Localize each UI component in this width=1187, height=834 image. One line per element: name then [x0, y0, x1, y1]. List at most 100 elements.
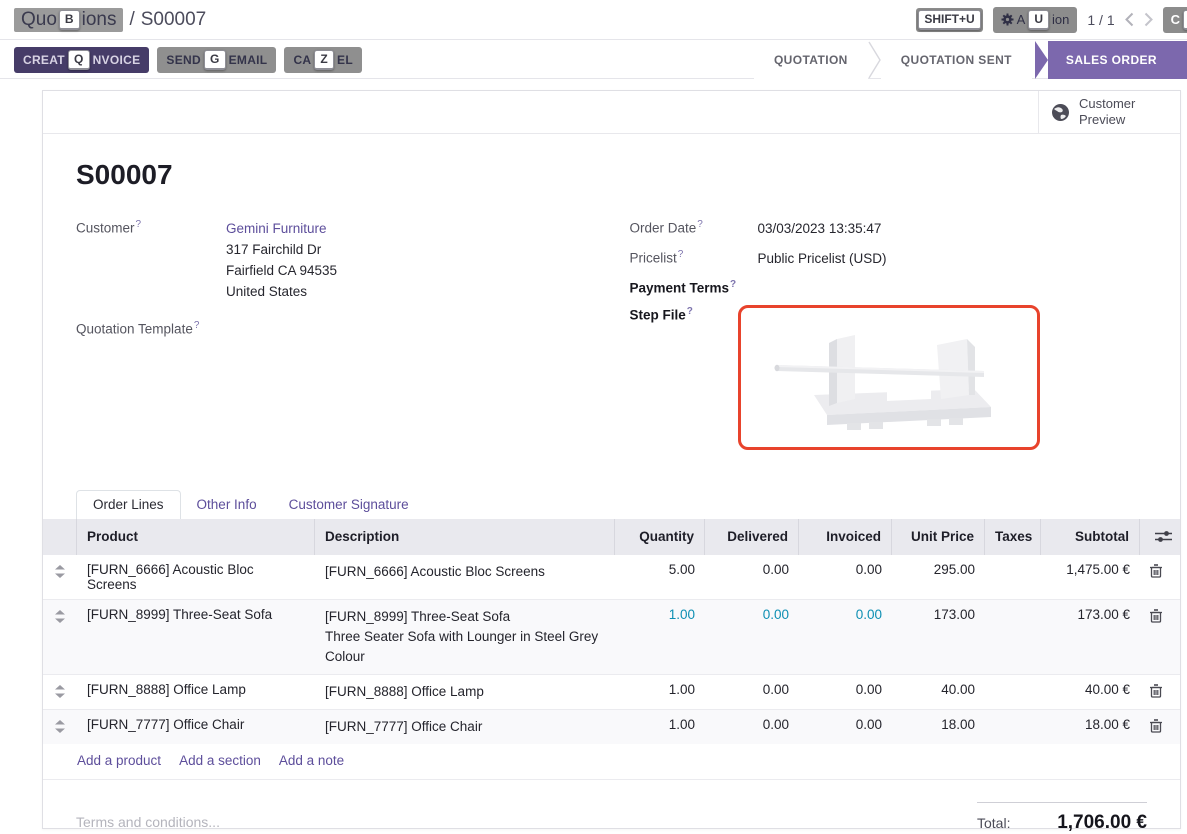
cell-product[interactable]: [FURN_6666] Acoustic Bloc Screens [77, 555, 315, 599]
gear-icon [1001, 13, 1014, 26]
hotkey-badge-z: Z [314, 50, 334, 70]
cell-description[interactable]: [FURN_8888] Office Lamp [315, 675, 615, 709]
cell-product[interactable]: [FURN_7777] Office Chair [77, 710, 315, 739]
cell-description[interactable]: [FURN_8999] Three-Seat SofaThree Seater … [315, 600, 615, 674]
cancel-button[interactable]: CAZEL [284, 47, 362, 73]
delete-line-button[interactable] [1140, 555, 1182, 585]
drag-handle[interactable] [43, 675, 77, 705]
cell-product[interactable]: [FURN_8888] Office Lamp [77, 675, 315, 704]
help-icon: ? [687, 306, 693, 317]
order-line-row[interactable]: [FURN_8888] Office Lamp [FURN_8888] Offi… [43, 674, 1180, 709]
column-header-taxes[interactable]: Taxes [985, 519, 1041, 555]
add-a-section-link[interactable]: Add a section [179, 753, 261, 768]
description-line: Three Seater Sofa with Lounger in Steel … [325, 627, 605, 667]
cell-delivered[interactable]: 0.00 [705, 555, 799, 584]
tab-other-info[interactable]: Other Info [181, 491, 273, 519]
cell-delivered[interactable]: 0.00 [705, 710, 799, 739]
drag-handle[interactable] [43, 600, 77, 630]
send-email-button[interactable]: SENDGEMAIL [157, 47, 276, 73]
control-panel: CREATQNVOICE SENDGEMAIL CAZEL QUOTATION … [0, 41, 1187, 79]
hotkey-badge-u: U [1028, 10, 1049, 30]
add-a-note-link[interactable]: Add a note [279, 753, 344, 768]
tab-customer-signature[interactable]: Customer Signature [273, 491, 425, 519]
sliders-icon [1155, 530, 1172, 543]
cell-description[interactable]: [FURN_6666] Acoustic Bloc Screens [315, 555, 615, 589]
order-date-field-value[interactable]: 03/03/2023 13:35:47 [758, 218, 882, 239]
tab-order-lines[interactable]: Order Lines [76, 490, 181, 519]
cell-invoiced[interactable]: 0.00 [799, 555, 892, 584]
order-line-row[interactable]: [FURN_7777] Office Chair [FURN_7777] Off… [43, 709, 1180, 744]
stage-quotation[interactable]: QUOTATION [754, 41, 868, 79]
customer-preview-button[interactable]: CustomerPreview [1038, 91, 1180, 133]
cell-taxes[interactable] [985, 675, 1041, 689]
column-header-unit-price[interactable]: Unit Price [892, 519, 985, 555]
delete-line-button[interactable] [1140, 710, 1182, 740]
cell-unit-price[interactable]: 18.00 [892, 710, 985, 739]
cell-invoiced[interactable]: 0.00 [799, 710, 892, 739]
order-line-row[interactable]: [FURN_6666] Acoustic Bloc Screens [FURN_… [43, 555, 1180, 599]
drag-handle[interactable] [43, 710, 77, 740]
drag-handle[interactable] [43, 555, 77, 585]
order-lines-table: Product Description Quantity Delivered I… [43, 519, 1180, 780]
stage-quotation-sent[interactable]: QUOTATION SENT [881, 41, 1032, 79]
pricelist-field-label: Pricelist? [630, 248, 758, 269]
cell-quantity[interactable]: 1.00 [615, 600, 705, 629]
cell-quantity[interactable]: 1.00 [615, 710, 705, 739]
cell-unit-price[interactable]: 40.00 [892, 675, 985, 704]
terms-and-conditions-placeholder[interactable]: Terms and conditions... [76, 814, 220, 834]
breadcrumb-quotations-link[interactable]: QuoBions [14, 8, 123, 32]
cell-invoiced[interactable]: 0.00 [799, 600, 892, 629]
cell-delivered[interactable]: 0.00 [705, 600, 799, 629]
action-label-pre: A [1017, 12, 1026, 27]
cell-taxes[interactable] [985, 555, 1041, 569]
quotation-template-field-label: Quotation Template? [76, 319, 226, 337]
delete-line-button[interactable] [1140, 600, 1182, 630]
cell-delivered[interactable]: 0.00 [705, 675, 799, 704]
column-header-product[interactable]: Product [77, 519, 315, 555]
customer-field-label: Customer? [76, 218, 226, 302]
trash-icon [1150, 564, 1162, 578]
column-header-invoiced[interactable]: Invoiced [799, 519, 892, 555]
cell-unit-price[interactable]: 173.00 [892, 600, 985, 629]
step-file-image[interactable] [738, 305, 1040, 450]
pager-next-icon[interactable] [1144, 12, 1153, 27]
column-header-quantity[interactable]: Quantity [615, 519, 705, 555]
field-group: Customer? Gemini Furniture 317 Fairchild… [76, 218, 1147, 459]
total-block: Total: 1,706.00 € [977, 802, 1147, 834]
create-invoice-button[interactable]: CREATQNVOICE [14, 47, 149, 73]
stage-separator-icon [868, 41, 881, 79]
delete-line-button[interactable] [1140, 675, 1182, 705]
hotkey-badge-shift-u: SHIFT+U [918, 10, 980, 30]
cell-unit-price[interactable]: 295.00 [892, 555, 985, 584]
cell-description[interactable]: [FURN_7777] Office Chair [315, 710, 615, 744]
pricelist-field-value[interactable]: Public Pricelist (USD) [758, 248, 887, 269]
column-header-subtotal[interactable]: Subtotal [1041, 519, 1140, 555]
breadcrumb-text-post: ions [82, 9, 117, 31]
help-icon: ? [194, 320, 200, 331]
cell-quantity[interactable]: 5.00 [615, 555, 705, 584]
cell-invoiced[interactable]: 0.00 [799, 675, 892, 704]
pager-previous-icon[interactable] [1125, 12, 1134, 27]
description-line: [FURN_8999] Three-Seat Sofa [325, 607, 605, 627]
add-a-product-link[interactable]: Add a product [77, 753, 161, 768]
help-icon: ? [136, 219, 142, 230]
column-header-delivered[interactable]: Delivered [705, 519, 799, 555]
cell-subtotal: 18.00 € [1041, 710, 1140, 739]
cutoff-top-right-button[interactable]: C [1163, 7, 1187, 33]
breadcrumb-current-record: S00007 [141, 9, 207, 31]
column-header-description[interactable]: Description [315, 519, 615, 555]
cell-product[interactable]: [FURN_8999] Three-Seat Sofa [77, 600, 315, 629]
favorite-toggle-button[interactable]: SHIFT+U [916, 8, 982, 32]
action-menu-button[interactable]: AUion [993, 7, 1078, 33]
customer-link[interactable]: Gemini Furniture [226, 218, 337, 239]
order-line-rows: [FURN_6666] Acoustic Bloc Screens [FURN_… [43, 555, 1180, 744]
cell-quantity[interactable]: 1.00 [615, 675, 705, 704]
order-line-row[interactable]: [FURN_8999] Three-Seat Sofa [FURN_8999] … [43, 599, 1180, 674]
cell-taxes[interactable] [985, 600, 1041, 614]
stage-sales-order[interactable]: SALES ORDER [1048, 41, 1187, 79]
optional-columns-toggle[interactable] [1140, 519, 1182, 555]
notebook-tabs: Order Lines Other Info Customer Signatur… [76, 490, 1147, 519]
cell-taxes[interactable] [985, 710, 1041, 724]
drag-handle-icon [55, 610, 65, 623]
handle-column-header [43, 519, 77, 555]
